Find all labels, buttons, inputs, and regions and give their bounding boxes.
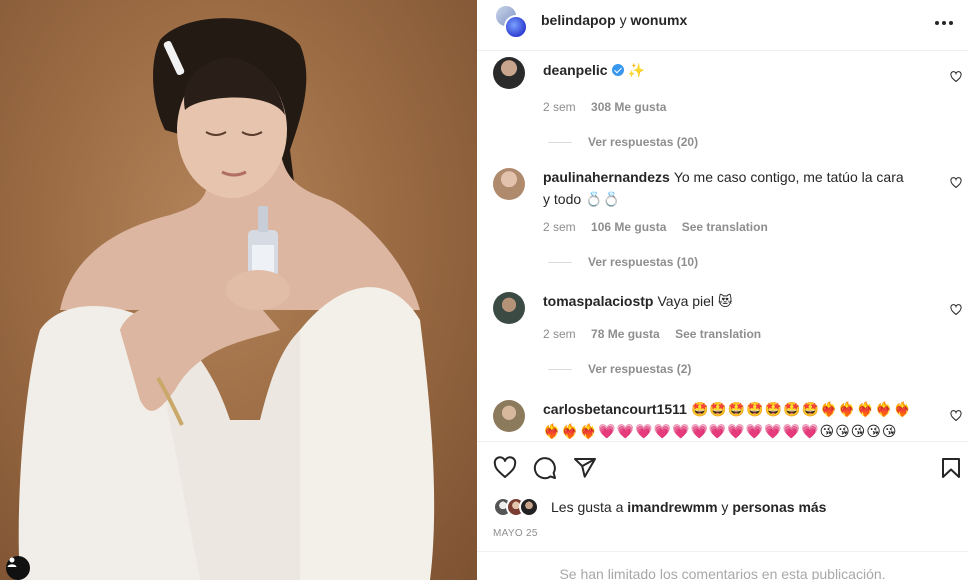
comment-body: deanpelic ✨ bbox=[543, 59, 913, 81]
view-replies-button[interactable]: Ver respuestas (10) bbox=[548, 255, 698, 269]
view-replies-label: Ver respuestas (2) bbox=[588, 362, 692, 376]
post-side-panel: belindapop y wonumx deanpelic ✨ 2 sem 308… bbox=[477, 0, 968, 580]
replies-divider bbox=[548, 141, 572, 143]
comment-username[interactable]: paulinahernandezs bbox=[543, 169, 670, 185]
bookmark-icon[interactable] bbox=[939, 456, 963, 480]
view-replies-button[interactable]: Ver respuestas (20) bbox=[548, 135, 698, 149]
avatar[interactable] bbox=[493, 292, 525, 324]
likes-conjunction: y bbox=[721, 499, 729, 515]
more-options-icon[interactable] bbox=[932, 11, 956, 35]
author-link-wonumx[interactable]: wonumx bbox=[630, 12, 687, 28]
user-tag-icon[interactable] bbox=[6, 556, 30, 580]
other-likers-link[interactable]: personas más bbox=[732, 499, 826, 515]
avatar[interactable] bbox=[493, 400, 525, 432]
comment-icon[interactable] bbox=[533, 456, 557, 480]
comment-meta: 2 sem 308 Me gusta bbox=[543, 100, 678, 114]
replies-divider bbox=[548, 261, 572, 263]
heart-icon[interactable] bbox=[950, 304, 962, 316]
view-replies-label: Ver respuestas (10) bbox=[588, 255, 699, 269]
share-icon[interactable] bbox=[573, 456, 597, 480]
post-photo[interactable] bbox=[0, 0, 477, 580]
heart-icon[interactable] bbox=[950, 71, 962, 83]
likes-prefix: Les gusta a bbox=[551, 499, 624, 515]
comment-time: 2 sem bbox=[543, 327, 576, 341]
likes-summary: Les gusta a imandrewmm y personas más bbox=[493, 496, 826, 518]
view-replies-button[interactable]: Ver respuestas (2) bbox=[548, 362, 691, 376]
replies-divider bbox=[548, 368, 572, 370]
post-date[interactable]: MAYO 25 bbox=[493, 528, 538, 539]
post-header: belindapop y wonumx bbox=[477, 0, 968, 51]
see-translation-link[interactable]: See translation bbox=[675, 327, 761, 341]
collab-avatars[interactable] bbox=[492, 4, 532, 44]
comment-username[interactable]: deanpelic bbox=[543, 62, 608, 78]
comment-likes[interactable]: 106 Me gusta bbox=[591, 220, 666, 234]
comment-username[interactable]: tomaspalaciostp bbox=[543, 293, 653, 309]
avatar[interactable] bbox=[493, 168, 525, 200]
see-translation-link[interactable]: See translation bbox=[682, 220, 768, 234]
comment-likes[interactable]: 308 Me gusta bbox=[591, 100, 666, 114]
comments-limited-notice: Se han limitado los comentarios en esta … bbox=[477, 551, 968, 580]
avatar[interactable] bbox=[493, 57, 525, 89]
heart-icon[interactable] bbox=[950, 177, 962, 189]
heart-icon[interactable] bbox=[493, 456, 517, 480]
author-link-belindapop[interactable]: belindapop bbox=[541, 12, 616, 28]
photo-illustration bbox=[18, 18, 435, 580]
avatar bbox=[519, 497, 539, 517]
comment-text: ✨ bbox=[627, 62, 646, 78]
comment-meta: 2 sem 78 Me gusta See translation bbox=[543, 327, 773, 341]
comment-time: 2 sem bbox=[543, 100, 576, 114]
liker-avatars[interactable] bbox=[493, 497, 543, 517]
post-authors: belindapop y wonumx bbox=[541, 12, 687, 28]
verified-badge-icon bbox=[611, 64, 624, 76]
authors-conjunction: y bbox=[619, 12, 627, 28]
comment-body: paulinahernandezs Yo me caso contigo, me … bbox=[543, 166, 913, 210]
comment-body: carlosbetancourt1511 🤩🤩🤩🤩🤩🤩🤩❤️‍🔥❤️‍🔥❤️‍🔥❤… bbox=[543, 398, 913, 440]
comment-likes[interactable]: 78 Me gusta bbox=[591, 327, 660, 341]
liker-username[interactable]: imandrewmm bbox=[627, 499, 717, 515]
comment-body: tomaspalaciostp Vaya piel 😻 bbox=[543, 290, 913, 312]
comment-text: Vaya piel 😻 bbox=[657, 293, 733, 309]
comment-username[interactable]: carlosbetancourt1511 bbox=[543, 401, 687, 417]
comment-meta: 2 sem 106 Me gusta See translation bbox=[543, 220, 780, 234]
post-action-bar bbox=[477, 441, 968, 491]
view-replies-label: Ver respuestas (20) bbox=[588, 135, 699, 149]
heart-icon[interactable] bbox=[950, 410, 962, 422]
comment-time: 2 sem bbox=[543, 220, 576, 234]
comments-list[interactable]: deanpelic ✨ 2 sem 308 Me gusta Ver respue… bbox=[477, 51, 968, 440]
avatar bbox=[504, 15, 528, 39]
